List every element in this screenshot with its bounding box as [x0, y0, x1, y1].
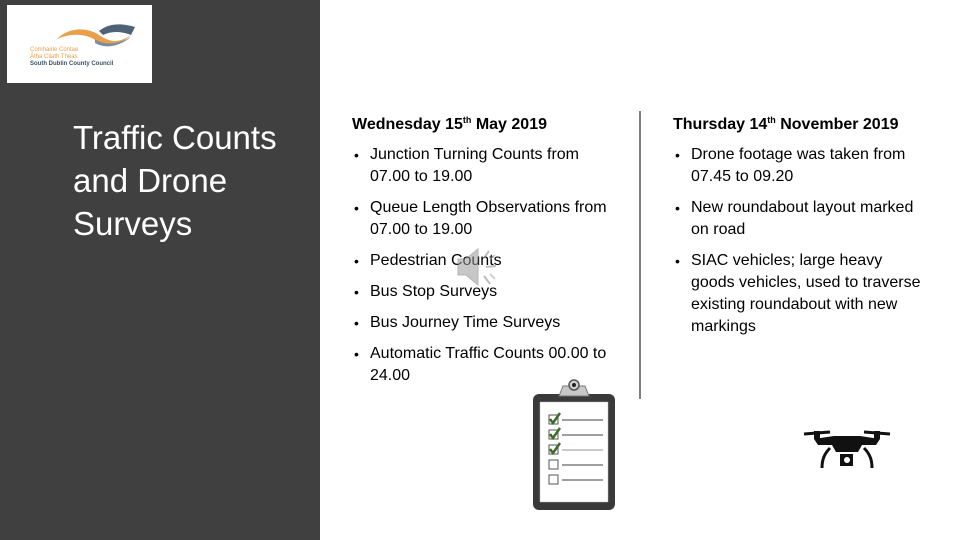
council-logo: Comhairle Contae Átha Cliath Theas South… [7, 5, 152, 83]
logo-text-english: South Dublin County Council [30, 61, 114, 67]
bullet-icon: • [675, 147, 680, 163]
thursday-bullet-list: • Drone footage was taken from 07.45 to 0… [673, 144, 923, 338]
bullet-icon: • [354, 253, 359, 269]
list-item-text: Bus Journey Time Surveys [370, 314, 561, 331]
list-item: • Queue Length Observations from 07.00 to… [352, 197, 617, 241]
heading-month-year: May 2019 [471, 116, 547, 133]
bullet-icon: • [354, 147, 359, 163]
bullet-icon: • [354, 315, 359, 331]
bullet-icon: • [675, 253, 680, 269]
column-divider [639, 111, 641, 399]
heading-ordinal: th [767, 115, 776, 125]
list-item: • Bus Journey Time Surveys [352, 312, 617, 334]
thursday-column: Thursday 14th November 2019 • Drone foota… [673, 114, 923, 347]
heading-date: Wednesday 15 [352, 116, 463, 133]
bullet-icon: • [675, 200, 680, 216]
list-item-text: Junction Turning Counts from 07.00 to 19… [370, 146, 579, 185]
logo-text-irish-1: Comhairle Contae [30, 47, 79, 53]
thursday-heading: Thursday 14th November 2019 [673, 114, 923, 135]
clipboard-checklist-icon [527, 378, 627, 518]
logo-wave-icon [57, 24, 135, 47]
list-item-text: Queue Length Observations from 07.00 to … [370, 199, 607, 238]
list-item: • Junction Turning Counts from 07.00 to 1… [352, 144, 617, 188]
list-item: • New roundabout layout marked on road [673, 197, 923, 241]
slide-title: Traffic Counts and Drone Surveys [73, 119, 277, 242]
list-item: • SIAC vehicles; large heavy goods vehicl… [673, 250, 923, 338]
heading-date: Thursday 14 [673, 116, 768, 133]
logo-text-irish-2: Átha Cliath Theas [30, 54, 78, 60]
list-item-text: Drone footage was taken from 07.45 to 09… [691, 146, 906, 185]
list-item-text: New roundabout layout marked on road [691, 199, 914, 238]
wednesday-heading: Wednesday 15th May 2019 [352, 114, 617, 135]
title-panel: Comhairle Contae Átha Cliath Theas South… [0, 0, 320, 540]
heading-month-year: November 2019 [775, 116, 899, 133]
drone-icon [800, 412, 895, 492]
speaker-icon[interactable] [452, 244, 502, 295]
bullet-icon: • [354, 346, 359, 362]
list-item: • Drone footage was taken from 07.45 to 0… [673, 144, 923, 188]
bullet-icon: • [354, 284, 359, 300]
bullet-icon: • [354, 200, 359, 216]
list-item-text: SIAC vehicles; large heavy goods vehicle… [691, 252, 921, 335]
